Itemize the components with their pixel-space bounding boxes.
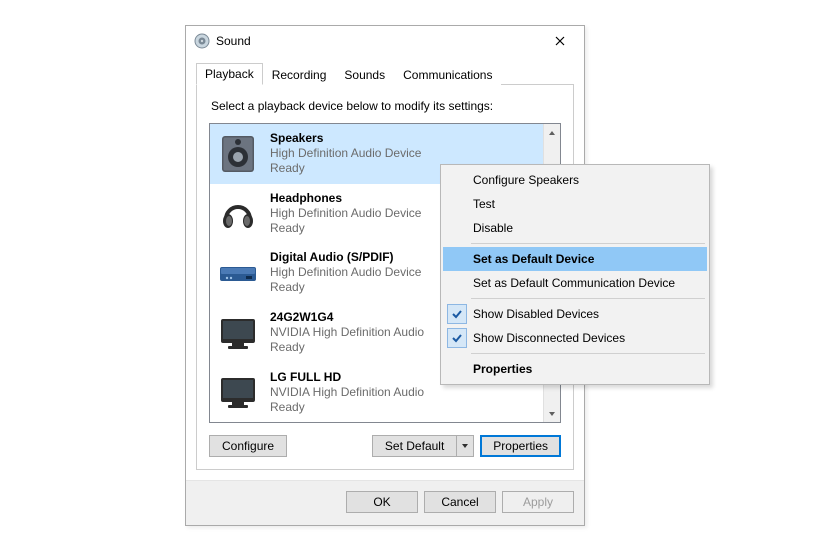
monitor-icon xyxy=(216,311,260,355)
configure-button[interactable]: Configure xyxy=(209,435,287,457)
tab-strip: Playback Recording Sounds Communications xyxy=(196,62,574,85)
ctx-separator xyxy=(471,243,705,244)
monitor-icon xyxy=(216,370,260,414)
device-name: Speakers xyxy=(270,131,544,146)
speaker-icon xyxy=(216,132,260,176)
headphones-icon xyxy=(216,191,260,235)
ctx-show-disconnected[interactable]: Show Disconnected Devices xyxy=(443,326,707,350)
dialog-footer: OK Cancel Apply xyxy=(186,480,584,525)
ctx-label: Show Disconnected Devices xyxy=(473,331,625,345)
scroll-down-button[interactable] xyxy=(544,405,560,422)
tab-communications[interactable]: Communications xyxy=(394,64,501,85)
ctx-label: Show Disabled Devices xyxy=(473,307,599,321)
close-button[interactable] xyxy=(542,28,578,54)
device-sub: High Definition Audio Device xyxy=(270,146,544,161)
ctx-disable[interactable]: Disable xyxy=(443,216,707,240)
check-icon xyxy=(447,304,467,324)
ctx-set-default-device[interactable]: Set as Default Device xyxy=(443,247,707,271)
tab-sounds[interactable]: Sounds xyxy=(335,64,394,85)
context-menu[interactable]: Configure Speakers Test Disable Set as D… xyxy=(440,164,710,385)
window-title: Sound xyxy=(216,34,542,48)
ctx-configure-speakers[interactable]: Configure Speakers xyxy=(443,168,707,192)
tab-playback[interactable]: Playback xyxy=(196,63,263,85)
check-icon xyxy=(447,328,467,348)
instruction-text: Select a playback device below to modify… xyxy=(211,99,561,113)
properties-button[interactable]: Properties xyxy=(480,435,561,457)
set-default-split-button[interactable]: Set Default xyxy=(372,435,474,457)
device-status: Ready xyxy=(270,400,544,415)
set-default-button[interactable]: Set Default xyxy=(372,435,456,457)
titlebar[interactable]: Sound xyxy=(186,26,584,56)
ok-button[interactable]: OK xyxy=(346,491,418,513)
scroll-up-button[interactable] xyxy=(544,124,560,141)
ctx-separator xyxy=(471,298,705,299)
apply-button[interactable]: Apply xyxy=(502,491,574,513)
device-sub: NVIDIA High Definition Audio xyxy=(270,385,544,400)
ctx-test[interactable]: Test xyxy=(443,192,707,216)
cancel-button[interactable]: Cancel xyxy=(424,491,496,513)
ctx-separator xyxy=(471,353,705,354)
ctx-set-default-comm[interactable]: Set as Default Communication Device xyxy=(443,271,707,295)
spdif-icon xyxy=(216,251,260,295)
set-default-dropdown[interactable] xyxy=(456,435,474,457)
ctx-show-disabled[interactable]: Show Disabled Devices xyxy=(443,302,707,326)
sound-icon xyxy=(194,33,210,49)
tab-recording[interactable]: Recording xyxy=(263,64,336,85)
ctx-properties[interactable]: Properties xyxy=(443,357,707,381)
